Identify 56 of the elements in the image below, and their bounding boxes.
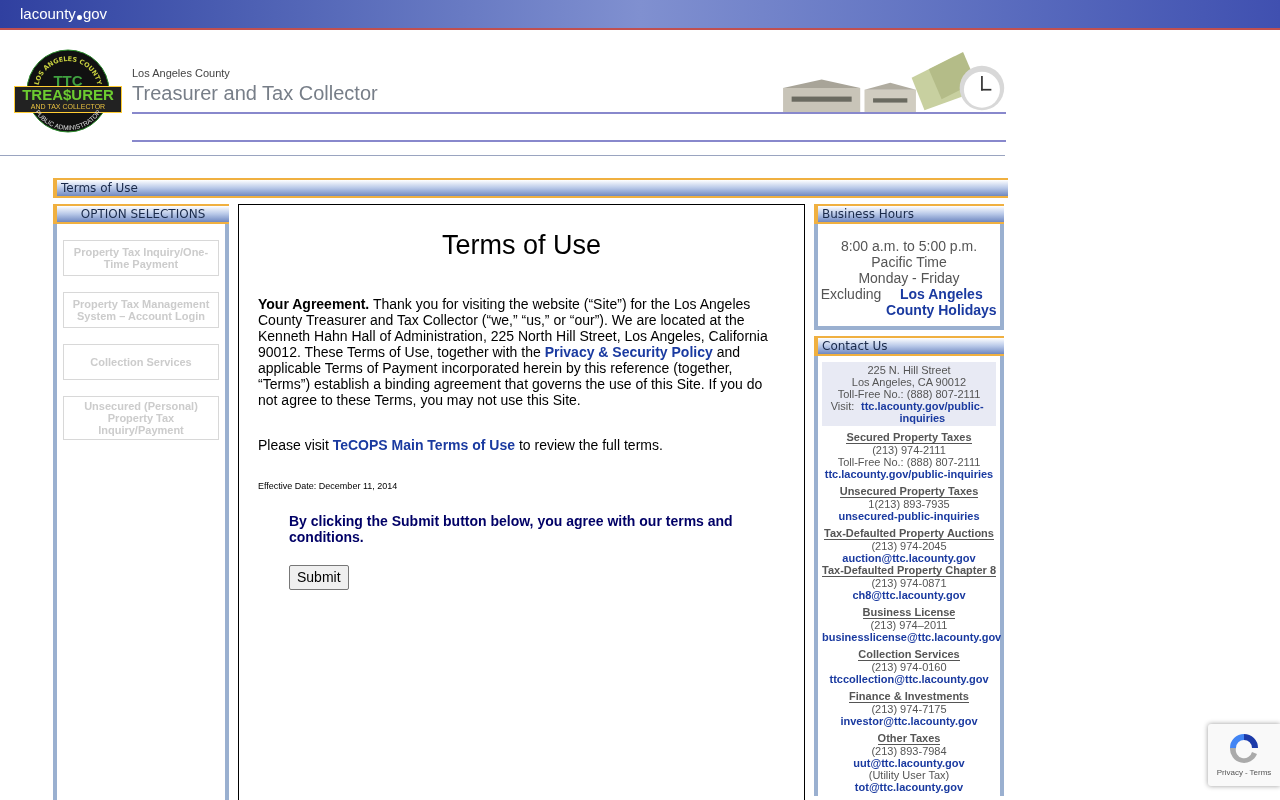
address-line: 225 N. Hill Street — [866, 364, 952, 376]
consent-text: By clicking the Submit button below, you agree with our terms and conditions. — [289, 513, 734, 545]
contact-line: (213) 893-7984 — [870, 745, 948, 757]
contact-line: Toll-Free No.: (888) 807-2111 — [836, 456, 982, 468]
contact-link[interactable]: uut@ttc.lacounty.gov — [853, 757, 965, 769]
contact-heading: Finance & Investments — [849, 691, 969, 703]
contact-heading: Tax-Defaulted Property Chapter 8 — [822, 565, 996, 577]
county-subtitle: Los Angeles County — [132, 65, 231, 81]
contact-line: (213) 974-7175 — [870, 703, 948, 715]
contact-link[interactable]: investor@ttc.lacounty.gov — [840, 715, 978, 727]
contact-link[interactable]: unsecured-public-inquiries — [838, 510, 980, 522]
hours-line: Pacific Time — [870, 254, 948, 270]
contact-heading: Other Taxes — [877, 733, 941, 745]
panel-title: OPTION SELECTIONS — [80, 208, 206, 220]
privacy-policy-link[interactable]: Privacy & Security Policy — [544, 343, 713, 360]
panel-title: Contact Us — [822, 340, 888, 352]
privacy-link[interactable]: Privacy — [1216, 767, 1243, 779]
holidays-link[interactable]: Los Angeles County Holidays — [885, 286, 998, 318]
contact-link[interactable]: ttccollection@ttc.lacounty.gov — [829, 673, 989, 685]
terms-link[interactable]: TeCOPS Main Terms of Use — [332, 436, 515, 453]
contact-link[interactable]: ch8@ttc.lacounty.gov — [852, 589, 966, 601]
visit-paragraph: Please visit TeCOPS Main Terms of Use to review the full terms. — [258, 435, 664, 455]
address-line: Los Angeles, CA 90012 — [850, 376, 968, 388]
agreement-paragraph: Your Agreement. Thank you for visiting the website (“Site”) for the Los Angeles County Treasurer and Tax Collector (“we,” “us,” or “our”). We are located at the Kenneth Hahn Hall of Administration, 225 North Hill Street, Los Angeles, California 90012. These Terms of Use, together with the Privacy & Security Policy and applicable Terms of Payment incorporated herein by this reference (together, “Terms”) establish a binding agreement that governs the use of this Site. If you do not agree to these Terms, you may not use this Site. — [258, 295, 769, 408]
contact-line: (213) 974-2045 — [870, 540, 948, 552]
contact-heading: Tax-Defaulted Property Auctions — [824, 528, 994, 540]
submit-button[interactable]: Submit — [289, 565, 349, 590]
contact-line: (213) 974-0160 — [870, 661, 948, 673]
site-logo-link[interactable]: lacounty gov — [20, 2, 108, 26]
recaptcha-terms-link[interactable]: Terms — [1249, 767, 1272, 779]
contact-line: (Utility User Tax) — [867, 769, 951, 781]
address-line: Toll-Free No.: (888) 807-2111 — [836, 388, 982, 400]
contact-heading: Collection Services — [858, 649, 960, 661]
recaptcha-icon — [1228, 732, 1260, 764]
contact-line: (213) 974–2011 — [869, 619, 949, 631]
contact-heading: Secured Property Taxes — [846, 432, 972, 444]
panel-title: Terms of Use — [61, 182, 138, 194]
hours-line: 8:00 a.m. to 5:00 p.m. — [839, 238, 979, 254]
hours-line: Monday - Friday — [857, 270, 961, 286]
contact-line: 1(213) 893-7935 — [867, 498, 951, 510]
contact-link[interactable]: ttc.lacounty.gov/public-inquiries — [824, 468, 994, 480]
contact-link[interactable]: businesslicense@ttc.lacounty.gov — [822, 631, 1002, 643]
effective-date: Effective Date: December 11, 2014 — [258, 479, 399, 493]
panel-title: Business Hours — [822, 208, 914, 220]
contact-line: (213) 974-2111 — [871, 444, 947, 456]
inquiries-link[interactable]: ttc.lacounty.gov/public-inquiries — [857, 400, 988, 424]
contact-heading: Business License — [862, 607, 956, 619]
link-separator: - — [1244, 767, 1248, 779]
visit-line: Visit: — [830, 400, 855, 412]
department-title: Treasurer and Tax Collector — [132, 81, 379, 106]
holiday-note: Excluding — [820, 286, 882, 302]
contact-line: (213) 974-0871 — [870, 577, 948, 589]
contact-link[interactable]: auction@ttc.lacounty.gov — [842, 552, 976, 564]
contact-link[interactable]: tot@ttc.lacounty.gov — [854, 781, 964, 793]
page-heading: Terms of Use — [440, 229, 602, 262]
contact-heading: Unsecured Property Taxes — [839, 486, 979, 498]
